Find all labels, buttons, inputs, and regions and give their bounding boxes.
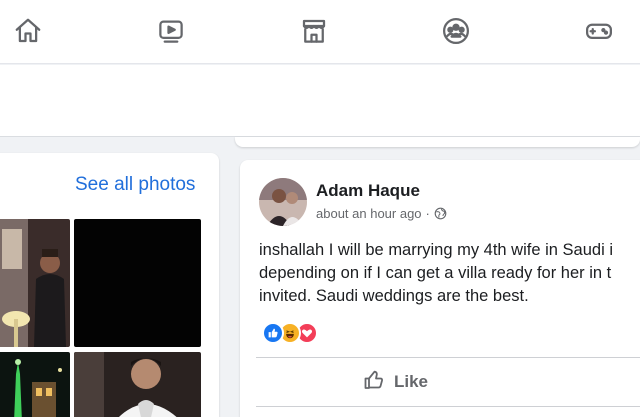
author-avatar[interactable]	[259, 178, 307, 226]
actions-divider-top	[256, 357, 640, 358]
like-reaction-icon	[262, 322, 284, 344]
like-button[interactable]: Like	[350, 366, 440, 398]
marketplace-store-icon[interactable]	[298, 14, 330, 48]
post-composer-card	[235, 137, 640, 147]
top-navigation-bar	[0, 0, 640, 64]
photo-thumbnail-1[interactable]	[0, 219, 70, 347]
groups-icon[interactable]	[440, 14, 472, 48]
actions-divider-bottom	[256, 406, 640, 407]
photo-thumbnail-3[interactable]	[0, 352, 70, 417]
gaming-controller-icon[interactable]	[583, 14, 615, 48]
post-meta: about an hour ago ·	[316, 206, 447, 221]
post-text: inshallah I will be marrying my 4th wife…	[259, 239, 640, 308]
see-all-photos-link[interactable]: See all photos	[75, 174, 195, 196]
post-timestamp[interactable]: about an hour ago	[316, 206, 422, 221]
home-icon[interactable]	[12, 14, 44, 48]
post-text-line: invited. Saudi weddings are the best.	[259, 287, 529, 305]
post-text-line: inshallah I will be marrying my 4th wife…	[259, 241, 613, 259]
like-button-label: Like	[394, 372, 429, 391]
meta-separator: ·	[425, 206, 430, 221]
post-text-line: depending on if I can get a villa ready …	[259, 264, 612, 282]
search-area	[0, 65, 640, 137]
photo-thumbnail-2[interactable]	[74, 219, 201, 347]
thumbs-up-icon	[362, 368, 386, 397]
photo-thumbnail-4[interactable]	[74, 352, 201, 417]
reaction-summary[interactable]	[262, 322, 318, 344]
watch-video-icon[interactable]	[155, 14, 187, 48]
post-author-name[interactable]: Adam Haque	[316, 181, 420, 201]
globe-icon[interactable]	[434, 207, 447, 220]
